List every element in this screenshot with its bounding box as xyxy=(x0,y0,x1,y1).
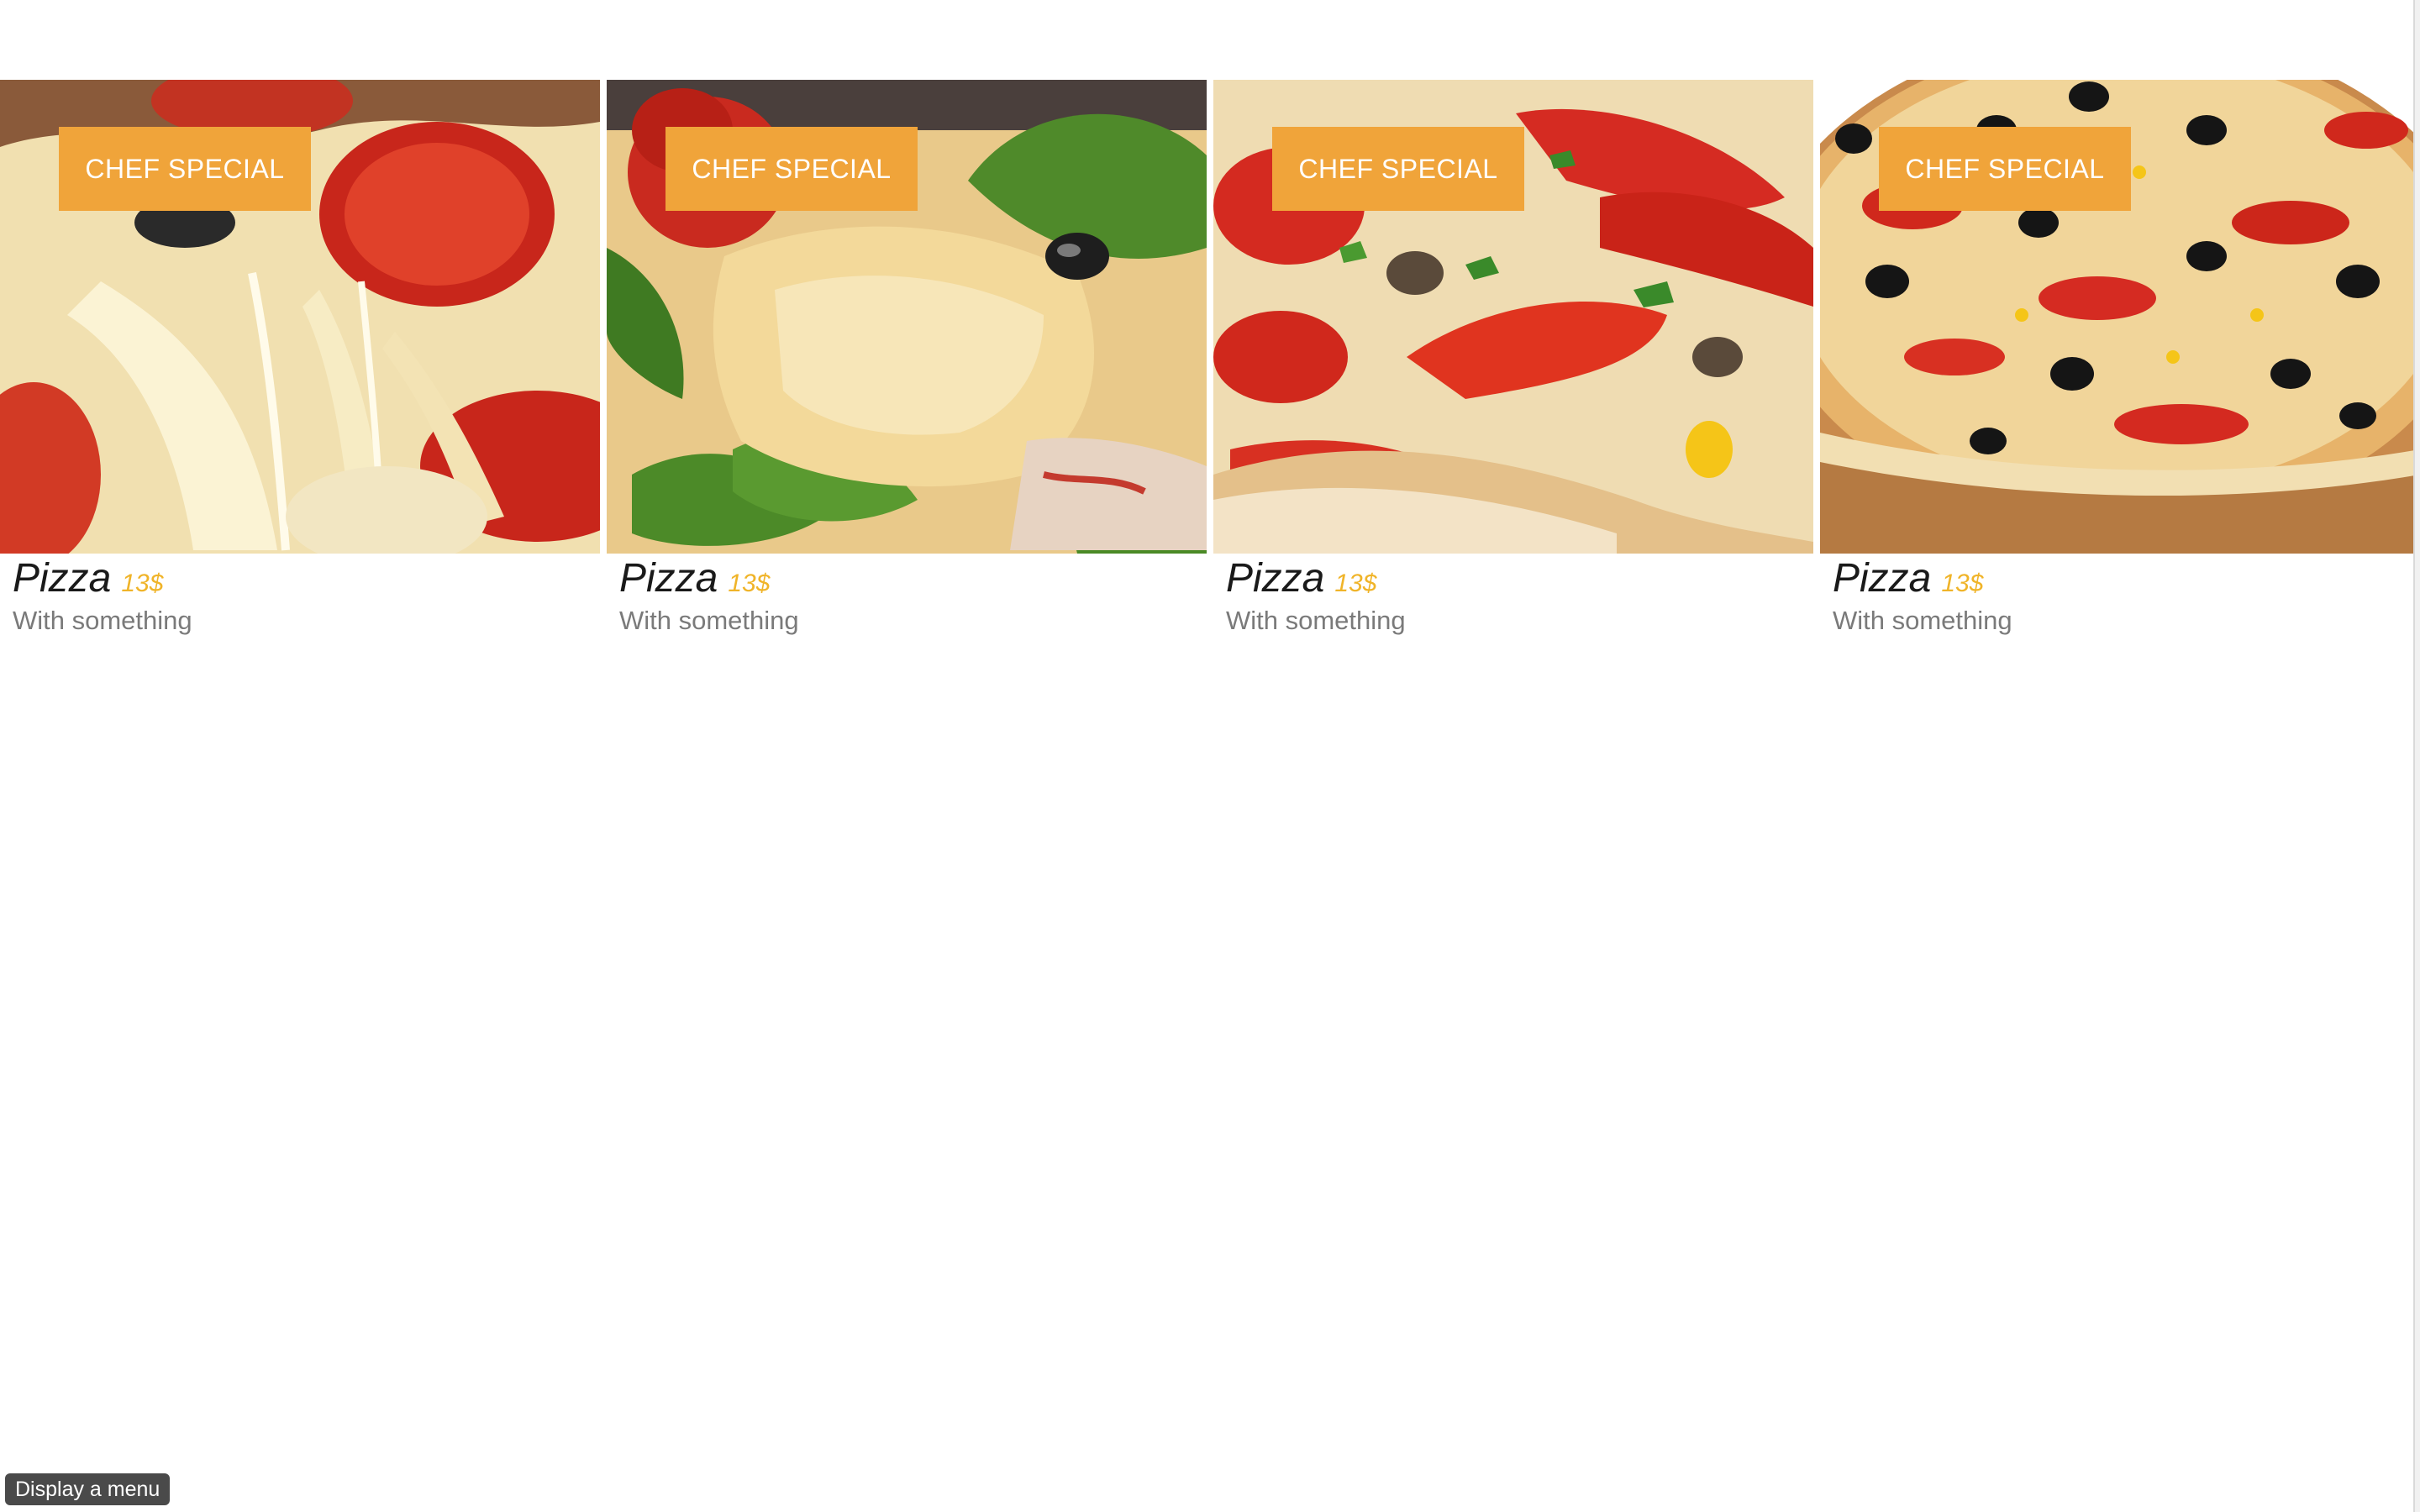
pizza-image[interactable]: CHEF SPECIAL xyxy=(607,80,1207,554)
pizza-title: Pizza xyxy=(619,556,718,601)
pizza-image[interactable]: CHEF SPECIAL xyxy=(0,80,600,554)
pizza-title-row: Pizza 13$ xyxy=(1213,554,1813,604)
chef-special-badge: CHEF SPECIAL xyxy=(666,127,918,211)
display-menu-button[interactable]: Display a menu xyxy=(5,1473,171,1505)
pizza-card[interactable]: CHEF SPECIAL Pizza 13$ With something xyxy=(1213,80,1813,638)
pizza-title: Pizza xyxy=(1833,556,1932,601)
chef-special-badge: CHEF SPECIAL xyxy=(1879,127,2131,211)
pizza-description: With something xyxy=(619,606,799,635)
pizza-price: 13$ xyxy=(1334,570,1377,597)
pizza-description: With something xyxy=(13,606,192,635)
pizza-card-grid: CHEF SPECIAL Pizza 13$ With something CH… xyxy=(0,80,2420,668)
pizza-title-row: Pizza 13$ xyxy=(1820,554,2420,604)
pizza-title-row: Pizza 13$ xyxy=(0,554,600,604)
pizza-description: With something xyxy=(1226,606,1406,635)
pizza-price: 13$ xyxy=(1941,570,1984,597)
pizza-card[interactable]: CHEF SPECIAL Pizza 13$ With something xyxy=(1820,80,2420,638)
pizza-image[interactable]: CHEF SPECIAL xyxy=(1820,80,2420,554)
pizza-price: 13$ xyxy=(728,570,771,597)
pizza-card[interactable]: CHEF SPECIAL Pizza 13$ With something xyxy=(0,80,600,638)
pizza-price: 13$ xyxy=(121,570,164,597)
pizza-card[interactable]: CHEF SPECIAL Pizza 13$ With something xyxy=(607,80,1207,638)
pizza-title-row: Pizza 13$ xyxy=(607,554,1207,604)
pizza-description: With something xyxy=(1833,606,2012,635)
chef-special-badge: CHEF SPECIAL xyxy=(59,127,311,211)
pizza-title: Pizza xyxy=(1226,556,1325,601)
page: CHEF SPECIAL Pizza 13$ With something CH… xyxy=(0,0,2420,1512)
chef-special-badge: CHEF SPECIAL xyxy=(1272,127,1524,211)
scrollbar[interactable] xyxy=(2413,0,2420,1512)
pizza-image[interactable]: CHEF SPECIAL xyxy=(1213,80,1813,554)
pizza-title: Pizza xyxy=(13,556,112,601)
